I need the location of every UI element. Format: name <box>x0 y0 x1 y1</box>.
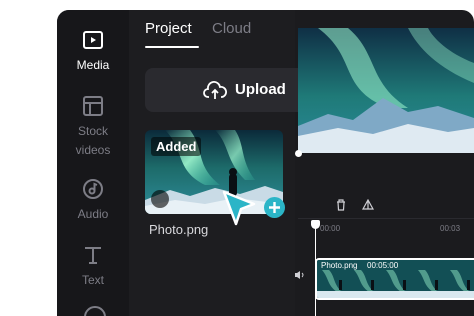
timeline: 00:00 00:03 Photo.png 00:05:00 <box>295 190 474 316</box>
media-icon <box>83 31 103 49</box>
media-panel: Project Cloud Upload Added Photo.png <box>129 10 315 316</box>
sidebar-item-text[interactable]: Text <box>57 243 129 290</box>
clip-duration: 00:05:00 <box>367 261 399 270</box>
clip-name: Photo.png <box>321 261 358 270</box>
split-icon[interactable] <box>362 199 374 211</box>
media-filename: Photo.png <box>149 222 209 237</box>
volume-icon[interactable] <box>294 270 306 280</box>
preview-resize-handle[interactable] <box>295 150 302 157</box>
media-thumbnail[interactable]: Added <box>145 130 283 214</box>
sidebar-item-label: Stock videos <box>75 124 111 157</box>
playhead-handle[interactable] <box>311 220 320 229</box>
ruler-label: 00:03 <box>440 224 461 233</box>
audio-icon <box>83 179 103 199</box>
pointer-cursor-icon <box>222 190 256 226</box>
added-badge: Added <box>151 137 202 156</box>
tab-underline <box>145 46 199 48</box>
sidebar-item-audio[interactable]: Audio <box>57 177 129 224</box>
video-preview <box>298 28 474 153</box>
cloud-upload-icon <box>203 81 227 99</box>
add-to-timeline-button[interactable] <box>264 197 285 218</box>
timeline-toolbar <box>298 190 474 219</box>
preview-image <box>298 28 474 153</box>
upload-button[interactable]: Upload <box>145 68 315 112</box>
tab-project[interactable]: Project <box>145 20 192 37</box>
delete-icon[interactable] <box>336 199 346 211</box>
replace-icon[interactable] <box>151 190 169 208</box>
timeline-clip[interactable]: Photo.png 00:05:00 <box>315 258 474 300</box>
tab-cloud[interactable]: Cloud <box>212 20 251 37</box>
sidebar-item-label: Audio <box>77 207 109 221</box>
sidebar-item-more-icon[interactable] <box>84 306 106 316</box>
upload-label: Upload <box>235 81 286 98</box>
sidebar-item-label: Text <box>81 273 104 287</box>
sidebar: Media Stock videos Audio Text <box>57 10 130 316</box>
ruler-label: 00:00 <box>320 224 341 233</box>
sidebar-item-label: Media <box>76 58 110 72</box>
text-icon <box>85 247 101 264</box>
sidebar-item-stock-videos[interactable]: Stock videos <box>57 94 129 160</box>
sidebar-item-media[interactable]: Media <box>57 28 129 75</box>
stock-videos-icon <box>83 96 103 116</box>
playhead[interactable] <box>315 222 316 316</box>
plus-icon <box>269 202 280 213</box>
